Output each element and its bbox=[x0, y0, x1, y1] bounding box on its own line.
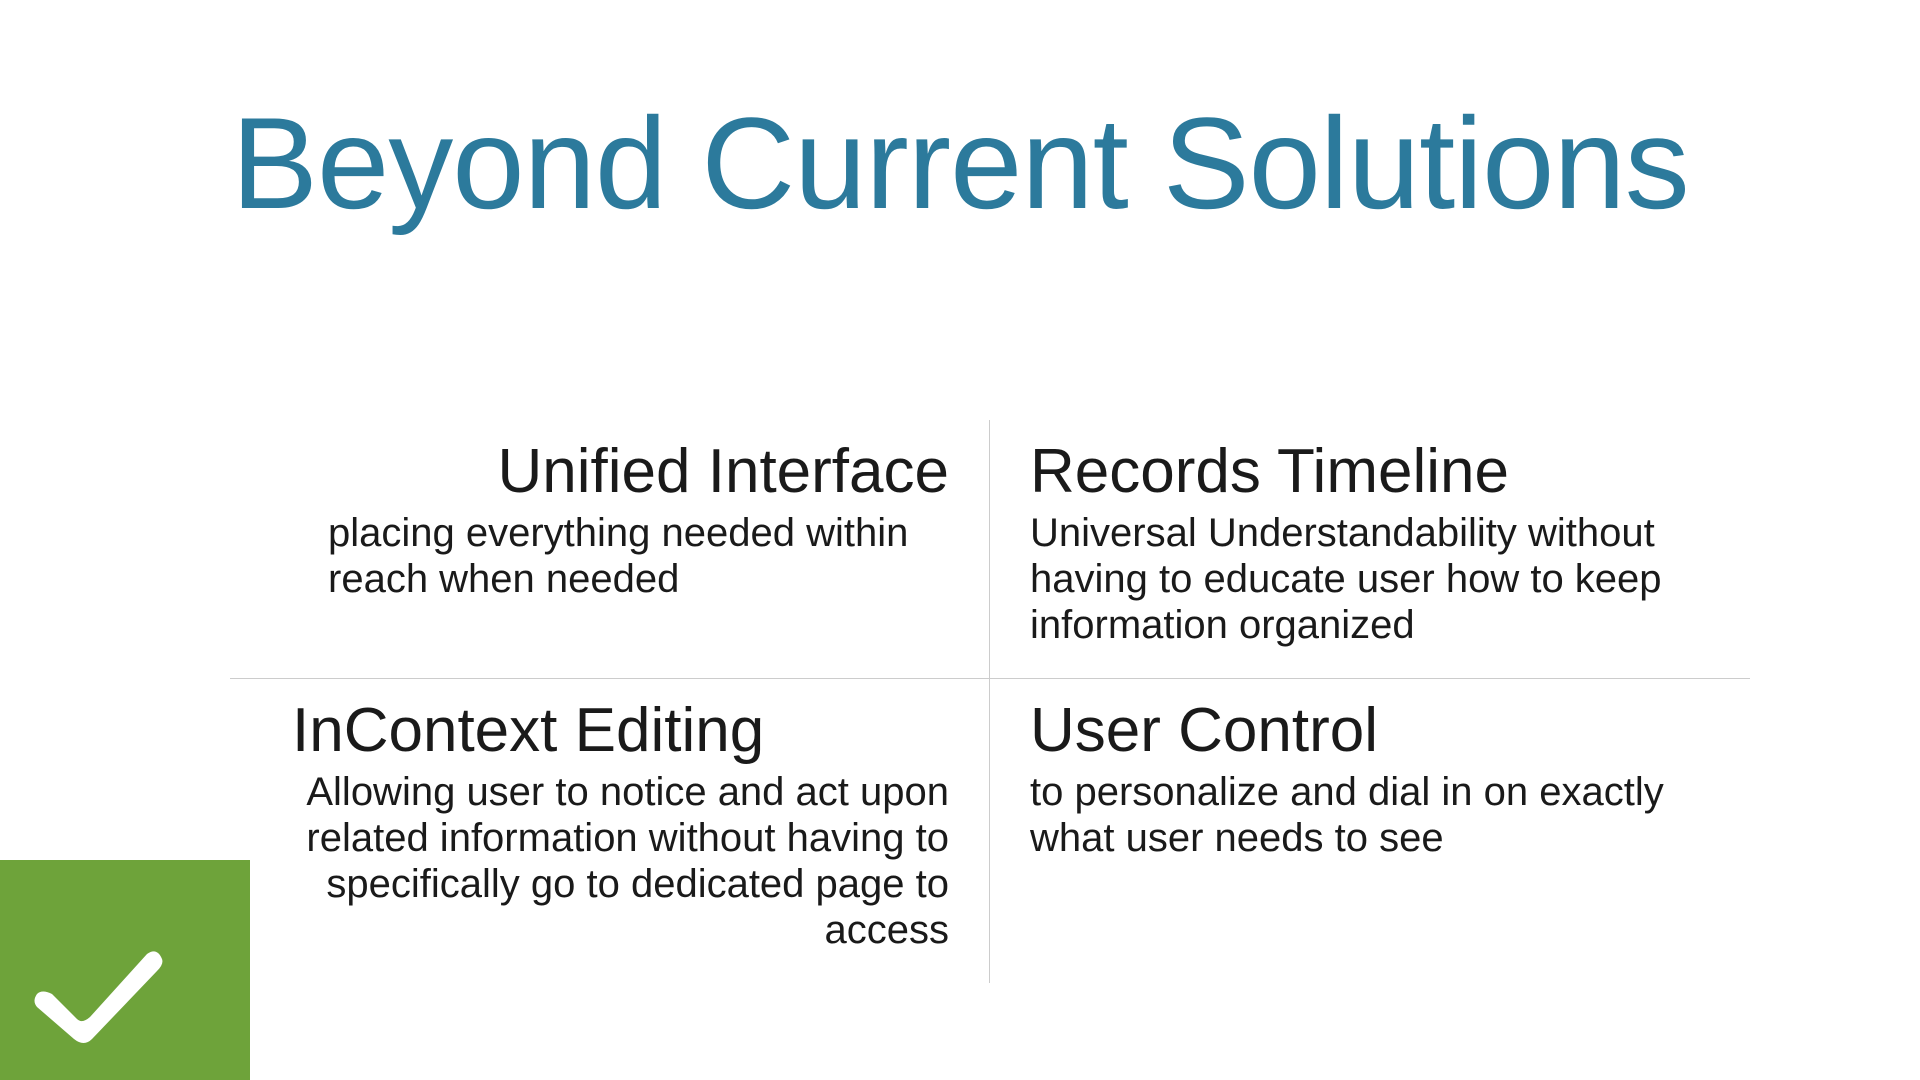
cell-description: Universal Understandability without havi… bbox=[1030, 510, 1710, 648]
cell-unified-interface: Unified Interface placing everything nee… bbox=[230, 420, 990, 678]
cell-incontext-editing: InContext Editing Allowing user to notic… bbox=[230, 679, 990, 983]
slide-title: Beyond Current Solutions bbox=[0, 0, 1920, 238]
cell-heading: Unified Interface bbox=[270, 438, 949, 506]
cell-heading: InContext Editing bbox=[270, 697, 949, 765]
features-grid: Unified Interface placing everything nee… bbox=[230, 420, 1750, 983]
cell-user-control: User Control to personalize and dial in … bbox=[990, 679, 1750, 983]
grid-row-1: Unified Interface placing everything nee… bbox=[230, 420, 1750, 679]
grid-row-2: InContext Editing Allowing user to notic… bbox=[230, 679, 1750, 983]
cell-description: placing everything needed within reach w… bbox=[270, 510, 949, 602]
checkmark-badge bbox=[0, 860, 250, 1080]
cell-records-timeline: Records Timeline Universal Understandabi… bbox=[990, 420, 1750, 678]
cell-heading: Records Timeline bbox=[1030, 438, 1710, 506]
cell-description: to personalize and dial in on exactly wh… bbox=[1030, 769, 1710, 861]
cell-description: Allowing user to notice and act upon rel… bbox=[270, 769, 949, 953]
checkmark-icon bbox=[22, 939, 172, 1054]
cell-heading: User Control bbox=[1030, 697, 1710, 765]
